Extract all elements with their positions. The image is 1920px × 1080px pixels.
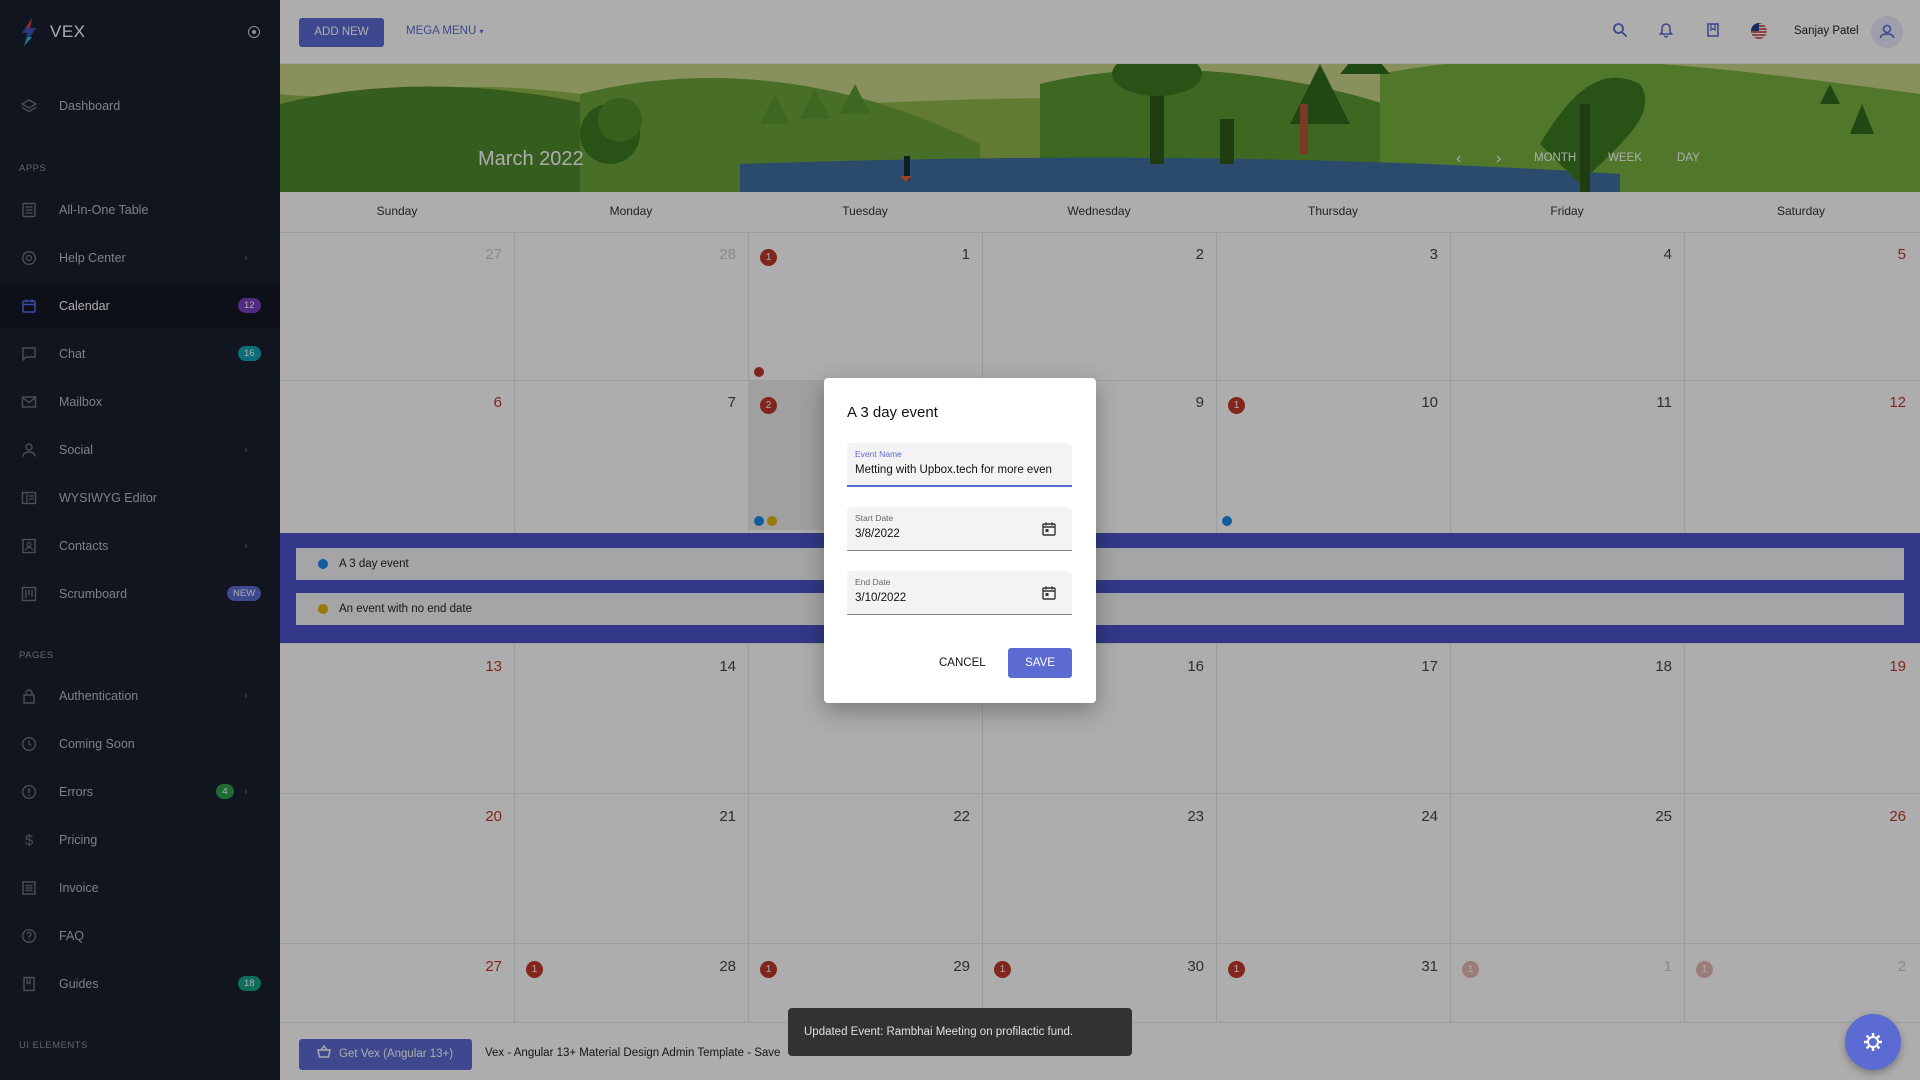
app-root: VEX Dashboard APPS All-In-One Table Help… bbox=[0, 0, 1920, 1080]
start-date-label: Start Date bbox=[855, 513, 894, 523]
start-date-field[interactable]: Start Date 3/8/2022 bbox=[847, 507, 1072, 551]
snackbar: Updated Event: Rambhai Meeting on profil… bbox=[788, 1008, 1132, 1056]
edit-event-dialog: A 3 day event Event Name Metting with Up… bbox=[824, 378, 1096, 703]
calendar-picker-icon[interactable] bbox=[1042, 586, 1056, 600]
gear-icon bbox=[1864, 1033, 1882, 1051]
end-date-input[interactable]: 3/10/2022 bbox=[855, 592, 1065, 604]
end-date-label: End Date bbox=[855, 577, 891, 587]
start-date-input[interactable]: 3/8/2022 bbox=[855, 528, 1065, 540]
event-name-label: Event Name bbox=[855, 449, 902, 459]
event-name-input[interactable]: Metting with Upbox.tech for more even bbox=[855, 464, 1065, 476]
settings-fab[interactable] bbox=[1845, 1014, 1901, 1070]
event-name-field[interactable]: Event Name Metting with Upbox.tech for m… bbox=[847, 443, 1072, 487]
end-date-field[interactable]: End Date 3/10/2022 bbox=[847, 571, 1072, 615]
save-button[interactable]: SAVE bbox=[1008, 648, 1072, 678]
calendar-picker-icon[interactable] bbox=[1042, 522, 1056, 536]
dialog-title: A 3 day event bbox=[847, 404, 938, 421]
cancel-button[interactable]: CANCEL bbox=[939, 657, 986, 669]
